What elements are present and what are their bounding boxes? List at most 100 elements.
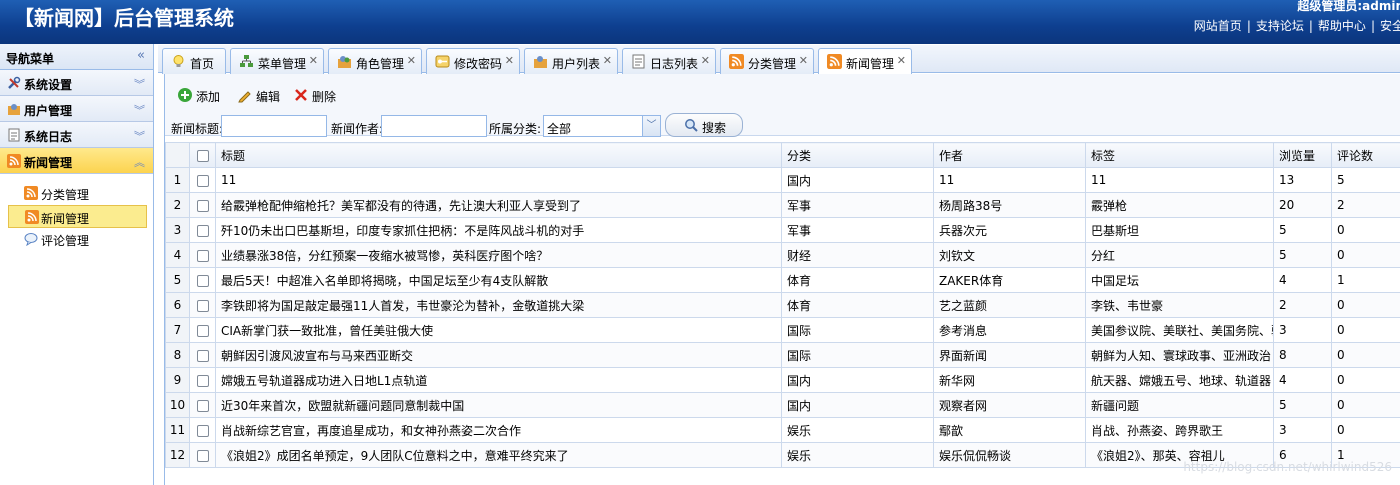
row-checkbox[interactable] [189, 217, 216, 243]
sidebar-item-label: 评论管理 [41, 234, 90, 248]
app-header: 【新闻网】后台管理系统 超级管理员:admin，欢迎 网站首页|支持论坛|帮助中… [0, 0, 1400, 44]
tab-menu[interactable]: 菜单管理 ✕ [230, 48, 324, 74]
close-icon[interactable]: ✕ [701, 54, 710, 67]
link-help[interactable]: 帮助中心 [1318, 19, 1366, 33]
sidebar-item-category[interactable]: 分类管理 [0, 182, 153, 205]
close-icon[interactable]: ✕ [505, 54, 514, 67]
table-row[interactable]: 9 嫦娥五号轨道器成功进入日地L1点轨道 国内 新华网 航天器、嫦娥五号、地球、轨道器 4… [165, 367, 1400, 393]
add-label: 添加 [196, 90, 221, 104]
sidebar-group-logs[interactable]: 系统日志 ︾ [0, 122, 153, 148]
tab-role[interactable]: 角色管理 ✕ [328, 48, 422, 74]
cell-category: 娱乐 [781, 417, 934, 443]
category-select-value: 全部 [547, 122, 572, 136]
search-label: 搜索 [702, 121, 727, 135]
row-checkbox[interactable] [189, 292, 216, 318]
cell-tags: 中国足坛 [1085, 267, 1274, 293]
sidebar-group-label: 系统设置 [24, 78, 73, 92]
collapse-icon[interactable]: « [137, 48, 145, 63]
row-checkbox[interactable] [189, 367, 216, 393]
col-header-title[interactable]: 标题 [215, 142, 782, 168]
col-header-comments[interactable]: 评论数 [1331, 142, 1400, 168]
sidebar-group-news[interactable]: 新闻管理 ︽ [0, 148, 153, 174]
cell-tags: 新疆问题 [1085, 392, 1274, 418]
cell-views: 4 [1273, 267, 1332, 293]
row-checkbox[interactable] [189, 442, 216, 468]
table-row[interactable]: 7 CIA新掌门获一致批准，曾任美驻俄大使 国际 参考消息 美国参议院、美联社、美国务院… [165, 317, 1400, 343]
close-icon[interactable]: ✕ [799, 54, 808, 67]
chevron-down-icon[interactable]: ﹀ [642, 116, 660, 136]
rss-icon [729, 54, 744, 69]
author-filter-label: 新闻作者: [331, 122, 384, 136]
cell-author: 鄢歆 [933, 417, 1086, 443]
table-row[interactable]: 10 近30年来首次，欧盟就新疆问题同意制裁中国 国内 观察者网 新疆问题 5 0 [165, 392, 1400, 418]
users-icon [8, 104, 20, 115]
tab-user-list[interactable]: 用户列表 ✕ [524, 48, 618, 74]
cell-tags: 11 [1085, 167, 1274, 193]
cell-author: 新华网 [933, 367, 1086, 393]
author-filter-input[interactable] [381, 115, 487, 137]
close-icon[interactable]: ✕ [309, 54, 318, 67]
sidebar-group-users[interactable]: 用户管理 ︾ [0, 96, 153, 122]
cell-views: 5 [1273, 242, 1332, 268]
chevron-down-icon: ︾ [134, 104, 145, 117]
cell-views: 20 [1273, 192, 1332, 218]
sidebar-group-system[interactable]: 系统设置 ︾ [0, 70, 153, 96]
table-row[interactable]: 5 最后5天！中超准入名单即将揭晓，中国足坛至少有4支队解散 体育 ZAKER体育 中国… [165, 267, 1400, 293]
row-number: 2 [165, 192, 190, 218]
row-checkbox[interactable] [189, 342, 216, 368]
sidebar-item-news[interactable]: 新闻管理 [8, 205, 147, 228]
tab-home[interactable]: 首页 [162, 48, 226, 74]
cell-category: 体育 [781, 267, 934, 293]
cell-views: 5 [1273, 392, 1332, 418]
table-row[interactable]: 1 11 国内 11 11 13 5 [165, 167, 1400, 193]
select-all-checkbox[interactable] [189, 142, 216, 168]
tab-label: 角色管理 [356, 57, 405, 71]
sidebar-item-comments[interactable]: 评论管理 [0, 228, 153, 251]
tools-icon [8, 76, 21, 89]
table-row[interactable]: 2 给霰弹枪配伸缩枪托？美军都没有的待遇，先让澳大利亚人享受到了 军事 杨周路38号霰… [165, 192, 1400, 218]
cell-title: 嫦娥五号轨道器成功进入日地L1点轨道 [215, 367, 782, 393]
tab-label: 菜单管理 [258, 57, 307, 71]
table-row[interactable]: 8 朝鲜因引渡风波宣布与马来西亚断交 国际 界面新闻 朝鲜为人知、寰球政事、亚洲政治 8 0 [165, 342, 1400, 368]
table-row[interactable]: 3 歼10仍未出口巴基斯坦，印度专家抓住把柄：不是阵风战斗机的对手 军事 兵器次元 巴基… [165, 217, 1400, 243]
row-checkbox[interactable] [189, 392, 216, 418]
row-checkbox[interactable] [189, 167, 216, 193]
sidebar-title: 导航菜单 [6, 52, 55, 66]
link-security[interactable]: 安全 [1380, 19, 1400, 33]
close-icon[interactable]: ✕ [897, 54, 906, 67]
search-button[interactable]: 搜索 [665, 113, 743, 137]
close-icon[interactable]: ✕ [603, 54, 612, 67]
cell-author: 娱乐侃侃畅谈 [933, 442, 1086, 468]
tab-password[interactable]: 修改密码 ✕ [426, 48, 520, 74]
tab-category[interactable]: 分类管理 ✕ [720, 48, 814, 74]
cell-tags: 航天器、嫦娥五号、地球、轨道器 [1085, 367, 1274, 393]
tab-news[interactable]: 新闻管理 ✕ [818, 48, 912, 75]
close-icon[interactable]: ✕ [407, 54, 416, 67]
col-header-author[interactable]: 作者 [933, 142, 1086, 168]
toolbar: 添加 编辑 删除 新闻标题: 新闻作者: 所属分类: 全部 ﹀ 搜索 [165, 74, 1400, 137]
row-checkbox[interactable] [189, 267, 216, 293]
row-number: 3 [165, 217, 190, 243]
table-row[interactable]: 11 肖战新综艺官宣，再度追星成功，和女神孙燕姿二次合作 娱乐 鄢歆 肖战、孙燕姿、跨界… [165, 417, 1400, 443]
row-checkbox[interactable] [189, 192, 216, 218]
row-checkbox[interactable] [189, 417, 216, 443]
row-checkbox[interactable] [189, 242, 216, 268]
col-header-tags[interactable]: 标签 [1085, 142, 1274, 168]
cell-author: 参考消息 [933, 317, 1086, 343]
row-checkbox[interactable] [189, 317, 216, 343]
row-number: 8 [165, 342, 190, 368]
col-header-views[interactable]: 浏览量 [1273, 142, 1332, 168]
cell-comments: 2 [1331, 192, 1400, 218]
sidebar: 导航菜单 « 系统设置 ︾ 用户管理 ︾ 系统日志 ︾ 新闻管理 ︽ 分类管理 … [0, 44, 154, 485]
table-row[interactable]: 4 业绩暴涨38倍，分红预案一夜缩水被骂惨，英科医疗图个啥？ 财经 刘钦文 分红 5 0 [165, 242, 1400, 268]
table-row[interactable]: 6 李铁即将为国足敲定最强11人首发，韦世豪沦为替补，金敬道挑大梁 体育 艺之蓝颜 李铁… [165, 292, 1400, 318]
cell-author: 11 [933, 167, 1086, 193]
cell-comments: 0 [1331, 367, 1400, 393]
tab-log-list[interactable]: 日志列表 ✕ [622, 48, 716, 74]
title-filter-input[interactable] [221, 115, 327, 137]
col-header-category[interactable]: 分类 [781, 142, 934, 168]
link-home[interactable]: 网站首页 [1194, 19, 1242, 33]
link-forum[interactable]: 支持论坛 [1256, 19, 1304, 33]
category-select[interactable]: 全部 ﹀ [543, 115, 661, 137]
search-icon [685, 119, 698, 132]
